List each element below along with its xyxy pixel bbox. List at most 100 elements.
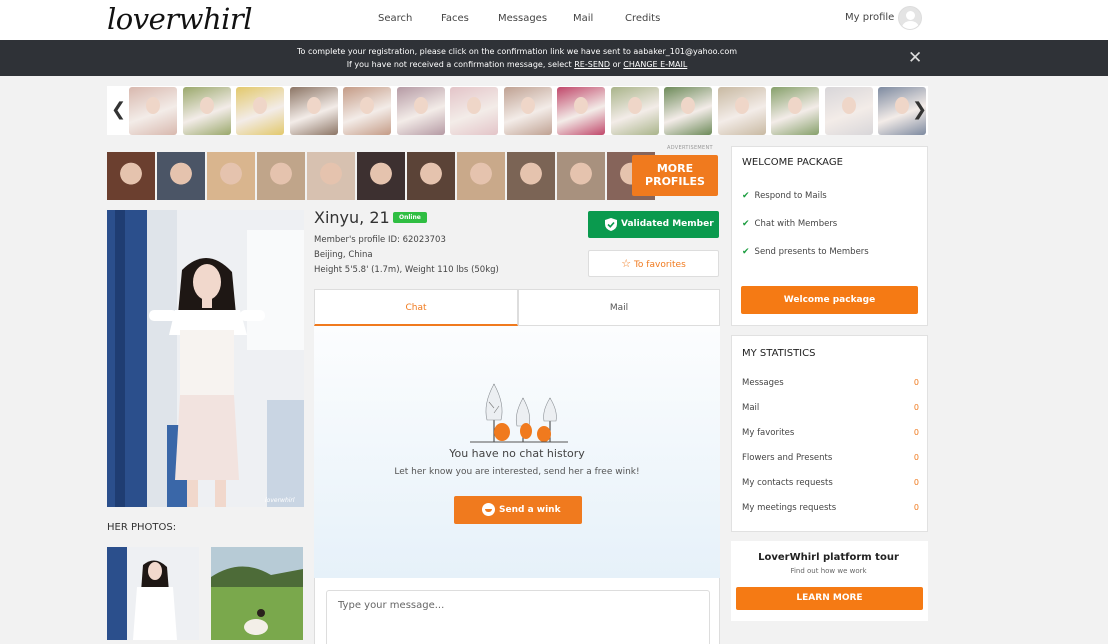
carousel-profile-thumb[interactable] (129, 87, 177, 135)
nav-search[interactable]: Search (378, 13, 412, 24)
stat-label: My contacts requests (742, 478, 833, 488)
platform-tour-card: LoverWhirl platform tour Find out how we… (731, 541, 928, 621)
stat-row-mail[interactable]: Mail 0 (742, 403, 919, 413)
stat-value: 0 (913, 428, 919, 437)
send-wink-button[interactable]: Send a wink (454, 496, 582, 524)
carousel-profile-thumb[interactable] (503, 87, 552, 135)
welcome-item-label: Chat with Members (754, 219, 838, 229)
tab-mail[interactable]: Mail (518, 289, 720, 326)
advertised-profile-face[interactable] (457, 152, 505, 200)
my-profile-link[interactable]: My profile (845, 12, 894, 23)
send-wink-label: Send a wink (499, 505, 561, 515)
advertisement-label: ADVERTISEMENT (667, 145, 713, 151)
empty-chat-title: You have no chat history (449, 447, 585, 460)
stat-label: My favorites (742, 428, 795, 438)
check-icon: ✔ (742, 191, 750, 201)
stat-label: Mail (742, 403, 760, 413)
my-statistics-title: MY STATISTICS (742, 348, 816, 359)
carousel-profile-thumb[interactable] (396, 87, 445, 135)
star-icon: ☆ (621, 257, 632, 270)
carousel-profile-thumb[interactable] (771, 87, 819, 135)
user-avatar-icon[interactable] (898, 6, 922, 30)
thumb-face (199, 97, 214, 114)
stat-label: Messages (742, 378, 784, 388)
message-composer (314, 578, 720, 644)
learn-more-button[interactable]: LEARN MORE (736, 587, 923, 610)
carousel-profile-thumb[interactable] (236, 87, 284, 135)
stat-row-flowers[interactable]: Flowers and Presents 0 (742, 453, 919, 463)
her-photo-1[interactable] (107, 547, 199, 640)
stat-value: 0 (913, 378, 919, 387)
chevron-left-icon[interactable]: ❮ (111, 99, 126, 121)
carousel-profile-thumb[interactable] (610, 87, 659, 135)
carousel-profile-thumb[interactable] (343, 87, 391, 135)
message-input[interactable] (326, 590, 710, 644)
advertised-profile-face[interactable] (157, 152, 205, 200)
shield-check-icon (605, 218, 617, 231)
thumb-face (253, 97, 267, 114)
stat-row-messages[interactable]: Messages 0 (742, 378, 919, 388)
welcome-package-button[interactable]: Welcome package (741, 286, 918, 314)
advertised-profile-face[interactable] (207, 152, 255, 200)
carousel-profile-thumb[interactable] (182, 87, 231, 135)
stat-label: Flowers and Presents (742, 453, 833, 463)
carousel-profile-thumb[interactable] (557, 87, 605, 135)
thumb-face (413, 97, 428, 114)
thumb-face (306, 97, 321, 114)
advertised-profile-face[interactable] (557, 152, 605, 200)
thumb-face (841, 97, 856, 114)
her-photo-2[interactable] (211, 547, 303, 640)
stat-label: My meetings requests (742, 503, 837, 513)
top-header: loverwhirl Search Faces Messages Mail Cr… (0, 0, 1108, 40)
to-favorites-button[interactable]: ☆ To favorites (588, 250, 719, 277)
banner-or: or (612, 60, 621, 69)
banner-prefix: If you have not received a confirmation … (346, 60, 572, 69)
stat-row-favorites[interactable]: My favorites 0 (742, 428, 919, 438)
thumb-face (788, 97, 802, 114)
more-profiles-button[interactable]: MORE PROFILES (632, 155, 718, 196)
resend-link[interactable]: RE-SEND (574, 60, 610, 69)
chevron-right-icon[interactable]: ❯ (912, 99, 927, 121)
thumb-face (467, 97, 481, 114)
profiles-carousel: ❮ ❯ (107, 86, 928, 135)
validated-member-badge: Validated Member (588, 211, 719, 238)
thumb-face (734, 97, 749, 114)
her-photo-2-image (211, 547, 303, 640)
stat-row-meetings[interactable]: My meetings requests 0 (742, 503, 919, 513)
nav-mail[interactable]: Mail (573, 13, 593, 24)
advertised-profile-face[interactable] (407, 152, 455, 200)
tab-chat[interactable]: Chat (314, 289, 518, 326)
thumb-face (520, 97, 535, 114)
stat-value: 0 (913, 503, 919, 512)
close-icon[interactable]: ✕ (908, 48, 922, 68)
stat-row-contacts[interactable]: My contacts requests 0 (742, 478, 919, 488)
thumb-face (574, 97, 588, 114)
banner-resend-line: If you have not received a confirmation … (0, 60, 1034, 69)
check-icon: ✔ (742, 247, 750, 257)
welcome-item: ✔ Respond to Mails (742, 191, 827, 201)
advertised-profile-face[interactable] (507, 152, 555, 200)
advertised-profile-face[interactable] (307, 152, 355, 200)
member-id: Member's profile ID: 62023703 (314, 235, 446, 245)
nav-faces[interactable]: Faces (441, 13, 469, 24)
carousel-profile-thumb[interactable] (824, 87, 873, 135)
check-icon: ✔ (742, 219, 750, 229)
smiley-icon (482, 503, 495, 516)
advertised-profile-face[interactable] (257, 152, 305, 200)
main-profile-photo[interactable]: loverwhirl (107, 210, 304, 507)
tour-title: LoverWhirl platform tour (758, 552, 899, 563)
advertised-profile-face[interactable] (357, 152, 405, 200)
more-profiles-line1: MORE (656, 162, 694, 175)
site-logo[interactable]: loverwhirl (107, 2, 253, 36)
change-email-link[interactable]: CHANGE E-MAIL (623, 60, 687, 69)
nav-credits[interactable]: Credits (625, 13, 660, 24)
carousel-profile-thumb[interactable] (664, 87, 712, 135)
carousel-profile-thumb[interactable] (450, 87, 498, 135)
thumb-face (895, 97, 909, 114)
profile-photo-image (107, 210, 304, 507)
nav-messages[interactable]: Messages (498, 13, 547, 24)
welcome-item: ✔ Send presents to Members (742, 247, 869, 257)
carousel-profile-thumb[interactable] (717, 87, 766, 135)
carousel-profile-thumb[interactable] (289, 87, 338, 135)
advertised-profile-face[interactable] (107, 152, 155, 200)
